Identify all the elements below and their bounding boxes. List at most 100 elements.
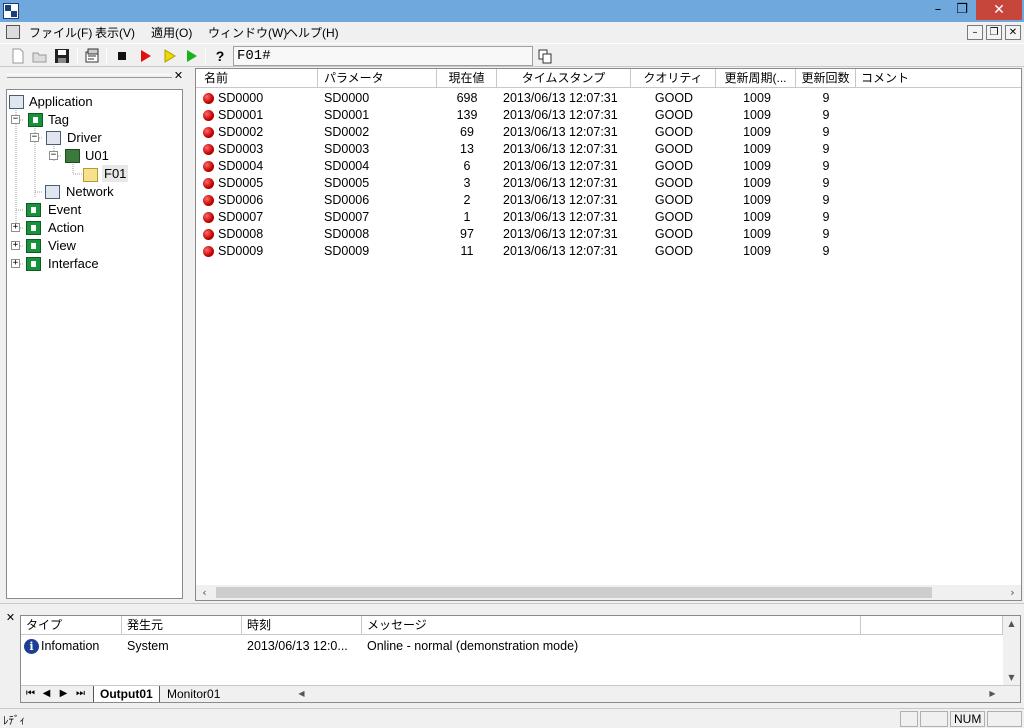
tab-output01[interactable]: Output01 — [93, 686, 160, 702]
tree-pane-header: ✕ — [4, 70, 186, 84]
app-icon[interactable] — [3, 3, 19, 19]
column-header-timestamp[interactable]: タイムスタンプ — [497, 69, 631, 88]
toolbar-separator — [77, 48, 78, 65]
menu-window[interactable]: ウィンドウ(W) — [208, 25, 287, 41]
collapse-toggle[interactable]: − — [30, 133, 39, 142]
expand-toggle[interactable]: + — [11, 241, 20, 250]
column-header-parameter[interactable]: パラメータ — [318, 69, 437, 88]
cell-update-count: 9 — [822, 142, 830, 156]
save-icon[interactable] — [54, 48, 70, 64]
mdi-minimize-button[interactable]: – — [967, 25, 983, 40]
document-icon[interactable] — [6, 25, 20, 39]
column-header-update-period[interactable]: 更新周期(... — [716, 69, 796, 88]
output-row[interactable]: i Infomation System 2013/06/13 12:0... O… — [21, 637, 1001, 656]
maximize-button[interactable]: ❐ — [950, 0, 974, 20]
address-input[interactable] — [233, 46, 533, 66]
menu-help[interactable]: ヘルプ(H) — [286, 25, 339, 41]
column-header-quality[interactable]: クオリティ — [631, 69, 716, 88]
event-icon — [26, 203, 41, 217]
tab-scroll-right-button[interactable]: ▶ — [984, 686, 1001, 701]
mdi-close-button[interactable]: ✕ — [1005, 25, 1021, 40]
cell-update-count: 9 — [822, 193, 830, 207]
output-column-type[interactable]: タイプ — [21, 616, 122, 635]
output-column-time[interactable]: 時刻 — [242, 616, 362, 635]
tab-scroll-left-button[interactable]: ◀ — [293, 686, 310, 701]
run-red-icon[interactable] — [137, 48, 153, 64]
table-row[interactable]: SD0004 SD0004 6 2013/06/13 12:07:31 GOOD 1009… — [196, 158, 1021, 175]
cell-parameter: SD0004 — [324, 159, 370, 173]
status-red-icon — [203, 110, 214, 121]
column-header-comment[interactable]: コメント — [856, 69, 1021, 88]
run-green-icon[interactable] — [183, 48, 199, 64]
table-row[interactable]: SD0006 SD0006 2 2013/06/13 12:07:31 GOOD 1009… — [196, 192, 1021, 209]
cell-update-period: 1009 — [743, 125, 771, 139]
table-row[interactable]: SD0000 SD0000 698 2013/06/13 12:07:31 GOOD 10… — [196, 90, 1021, 107]
scroll-left-button[interactable]: ‹ — [196, 585, 213, 600]
properties-icon[interactable] — [84, 48, 100, 64]
column-header-name[interactable]: 名前 — [196, 69, 318, 88]
stop-icon[interactable] — [114, 48, 130, 64]
information-icon: i — [24, 639, 39, 654]
status-red-icon — [203, 161, 214, 172]
close-button[interactable]: ✕ — [976, 0, 1022, 20]
vertical-scrollbar[interactable]: ▲ ▼ — [1003, 616, 1020, 686]
status-red-icon — [203, 212, 214, 223]
minimize-button[interactable]: – — [926, 0, 950, 20]
help-icon[interactable]: ? — [212, 48, 228, 64]
expand-toggle[interactable]: + — [11, 223, 20, 232]
device-icon — [65, 149, 80, 163]
output-column-source[interactable]: 発生元 — [122, 616, 242, 635]
status-num: NUM — [950, 711, 985, 727]
tree-pane-close-button[interactable]: ✕ — [172, 70, 185, 83]
tab-first-button[interactable]: ⏮ — [23, 687, 38, 701]
run-yellow-icon[interactable] — [161, 48, 177, 64]
column-header-value[interactable]: 現在値 — [437, 69, 497, 88]
menu-apply[interactable]: 適用(O) — [151, 25, 192, 41]
cell-parameter: SD0000 — [324, 91, 370, 105]
table-row[interactable]: SD0003 SD0003 13 2013/06/13 12:07:31 GOOD 100… — [196, 141, 1021, 158]
scroll-right-button[interactable]: › — [1004, 585, 1021, 600]
horizontal-scrollbar[interactable]: ‹ › — [196, 585, 1021, 600]
scroll-thumb[interactable] — [216, 587, 932, 598]
tab-last-button[interactable]: ⏭ — [73, 687, 88, 701]
cell-quality: GOOD — [654, 91, 694, 105]
folder-icon — [83, 168, 98, 182]
pane-splitter[interactable] — [0, 603, 1024, 609]
table-row[interactable]: SD0001 SD0001 139 2013/06/13 12:07:31 GOOD 10… — [196, 107, 1021, 124]
menu-file[interactable]: ファイル(F) — [29, 25, 92, 41]
scroll-down-button[interactable]: ▼ — [1003, 670, 1020, 685]
column-header-update-count[interactable]: 更新回数 — [796, 69, 856, 88]
tab-next-button[interactable]: ▶ — [56, 687, 71, 701]
new-file-icon[interactable] — [10, 48, 26, 64]
collapse-toggle[interactable]: − — [49, 151, 58, 160]
output-time: 2013/06/13 12:0... — [247, 639, 348, 653]
cell-value: 1 — [463, 210, 471, 224]
tab-prev-button[interactable]: ◀ — [39, 687, 54, 701]
expand-toggle[interactable]: + — [11, 259, 20, 268]
cell-timestamp: 2013/06/13 12:07:31 — [503, 176, 618, 190]
cell-name: SD0002 — [218, 125, 264, 139]
cell-timestamp: 2013/06/13 12:07:31 — [503, 244, 618, 258]
status-red-icon — [203, 127, 214, 138]
output-pane-close-button[interactable]: ✕ — [4, 612, 17, 625]
cell-update-count: 9 — [822, 91, 830, 105]
mdi-restore-button[interactable]: ❐ — [986, 25, 1002, 40]
open-folder-icon[interactable] — [32, 48, 48, 64]
table-row[interactable]: SD0005 SD0005 3 2013/06/13 12:07:31 GOOD 1009… — [196, 175, 1021, 192]
table-row[interactable]: SD0002 SD0002 69 2013/06/13 12:07:31 GOOD 100… — [196, 124, 1021, 141]
table-row[interactable]: SD0009 SD0009 11 2013/06/13 12:07:31 GOOD 100… — [196, 243, 1021, 260]
scroll-up-button[interactable]: ▲ — [1003, 616, 1020, 631]
menu-view[interactable]: 表示(V) — [95, 25, 135, 41]
table-row[interactable]: SD0007 SD0007 1 2013/06/13 12:07:31 GOOD 1009… — [196, 209, 1021, 226]
status-panel — [920, 711, 948, 727]
collapse-toggle[interactable]: − — [11, 115, 20, 124]
table-row[interactable]: SD0008 SD0008 97 2013/06/13 12:07:31 GOOD 100… — [196, 226, 1021, 243]
cell-timestamp: 2013/06/13 12:07:31 — [503, 108, 618, 122]
tree-node-label: Event — [48, 202, 82, 217]
cell-update-count: 9 — [822, 227, 830, 241]
tree-node-label: Application — [29, 94, 93, 109]
output-column-message[interactable]: メッセージ — [362, 616, 861, 635]
tab-monitor01[interactable]: Monitor01 — [161, 686, 227, 702]
pane-grip[interactable] — [7, 74, 172, 78]
copy-icon[interactable] — [537, 48, 553, 64]
